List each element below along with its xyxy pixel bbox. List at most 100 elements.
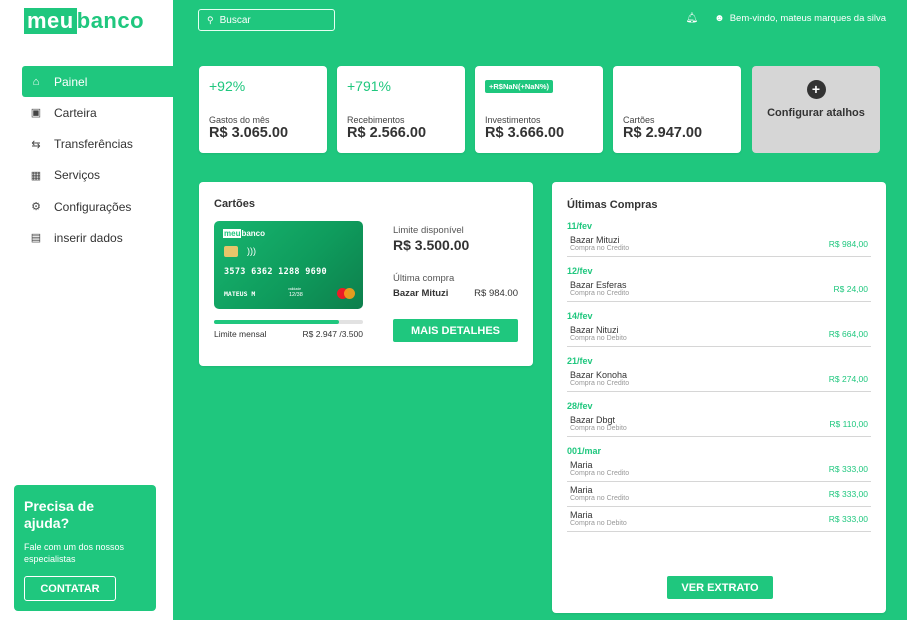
cards-panel: Cartões meubanco ))) 3573 6362 1288 9690… xyxy=(199,182,533,366)
sidebar-item-carteira[interactable]: ▣ Carteira xyxy=(0,97,173,128)
stat-card-recebimentos[interactable]: +791% Recebimentos R$ 2.566.00 xyxy=(337,66,465,153)
purchase-row[interactable]: Bazar Konoha Compra no Credito R$ 274,00 xyxy=(567,367,871,392)
stat-label: Cartões xyxy=(623,115,655,125)
card-brand-logo: meubanco xyxy=(223,229,266,238)
sidebar-item-inserir-dados[interactable]: ▤ inserir dados xyxy=(0,222,173,253)
card-valid-label: validade xyxy=(288,287,302,291)
search-input[interactable]: ⚲ Buscar xyxy=(198,9,335,31)
sidebar-item-transferencias[interactable]: ⇆ Transferências xyxy=(0,129,173,160)
purchase-amount: R$ 333,00 xyxy=(828,489,868,499)
contact-button[interactable]: CONTATAR xyxy=(24,576,116,601)
purchase-date: 12/fev xyxy=(567,266,593,276)
last-purchase-label: Última compra xyxy=(393,273,455,284)
card-holder: MATEUS M xyxy=(224,290,256,298)
stat-value: R$ 3.666.00 xyxy=(485,125,565,141)
user-area: 🔔︎ ☻ Bem-vindo, mateus marques da silva xyxy=(685,13,886,24)
purchase-type: Compra no Credito xyxy=(570,470,630,477)
more-details-button[interactable]: MAIS DETALHES xyxy=(393,319,518,342)
purchase-group: 28/fev Bazar Dbgt Compra no Debito R$ 110,0… xyxy=(567,401,871,437)
limit-progress-bar xyxy=(214,320,363,324)
purchase-row[interactable]: Maria Compra no Debito R$ 333,00 xyxy=(567,507,871,532)
sidebar-item-label: Configurações xyxy=(54,199,132,214)
brand-logo[interactable]: meu banco xyxy=(24,8,144,34)
stat-card-cartoes[interactable]: Cartões R$ 2.947.00 xyxy=(613,66,741,153)
purchase-store: Bazar Esferas xyxy=(570,280,627,290)
purchase-date: 21/fev xyxy=(567,356,593,366)
purchase-type: Compra no Credito xyxy=(570,495,630,502)
search-icon: ⚲ xyxy=(207,14,214,25)
stat-value: R$ 2.947.00 xyxy=(623,125,703,141)
sidebar-item-painel[interactable]: ⌂ Painel xyxy=(22,66,173,97)
purchase-row[interactable]: Maria Compra no Credito R$ 333,00 xyxy=(567,457,871,482)
view-statement-button[interactable]: VER EXTRATO xyxy=(667,576,773,599)
last-purchase-amount: R$ 984.00 xyxy=(474,288,518,299)
credit-card[interactable]: meubanco ))) 3573 6362 1288 9690 MATEUS … xyxy=(214,221,363,309)
configure-shortcuts-label: Configurar atalhos xyxy=(767,107,865,119)
transfer-icon: ⇆ xyxy=(31,138,41,151)
stat-badge: +R$NaN(+NaN%) xyxy=(485,80,554,93)
document-icon: ▤ xyxy=(30,232,42,245)
plus-icon: + xyxy=(806,80,826,99)
card-number: 3573 6362 1288 9690 xyxy=(224,267,327,277)
purchase-amount: R$ 984,00 xyxy=(828,239,868,249)
purchase-row[interactable]: Bazar Dbgt Compra no Debito R$ 110,00 xyxy=(567,412,871,437)
welcome-text[interactable]: Bem-vindo, mateus marques da silva xyxy=(730,13,886,24)
panel-title: Últimas Compras xyxy=(567,199,658,211)
stat-change: +791% xyxy=(347,78,391,94)
limit-label: Limite mensal xyxy=(214,329,267,339)
sidebar-item-label: Transferências xyxy=(54,137,133,152)
purchase-amount: R$ 274,00 xyxy=(828,374,868,384)
chip-icon xyxy=(224,246,238,257)
purchase-date: 001/mar xyxy=(567,446,602,456)
purchase-group: 14/fev Bazar Nituzi Compra no Debito R$ 664… xyxy=(567,311,871,347)
purchase-store: Bazar Dbgt xyxy=(570,415,616,425)
stat-label: Investimentos xyxy=(485,115,541,125)
purchase-type: Compra no Credito xyxy=(570,290,630,297)
purchase-amount: R$ 110,00 xyxy=(829,419,868,429)
sidebar: meu banco ⌂ Painel ▣ Carteira ⇆ Transferê… xyxy=(0,0,173,620)
purchase-group: 21/fev Bazar Konoha Compra no Credito R$ 27… xyxy=(567,356,871,392)
stat-card-gastos[interactable]: +92% Gastos do mês R$ 3.065.00 xyxy=(199,66,327,153)
help-title: Precisa de ajuda? xyxy=(24,498,95,531)
purchase-amount: R$ 333,00 xyxy=(828,514,868,524)
mastercard-logo xyxy=(337,288,355,299)
purchase-type: Compra no Debito xyxy=(570,335,627,342)
purchase-row[interactable]: Bazar Nituzi Compra no Debito R$ 664,00 xyxy=(567,322,871,347)
available-label: Limite disponível xyxy=(393,225,464,236)
stat-label: Recebimentos xyxy=(347,115,405,125)
purchase-store: Bazar Mituzi xyxy=(570,235,620,245)
available-value: R$ 3.500.00 xyxy=(393,237,470,253)
bell-icon[interactable]: 🔔︎ xyxy=(685,13,698,24)
purchase-row[interactable]: Maria Compra no Credito R$ 333,00 xyxy=(567,482,871,507)
purchases-panel: Últimas Compras 11/fev Bazar Mituzi Compra… xyxy=(552,182,886,613)
purchase-type: Compra no Credito xyxy=(570,380,630,387)
gear-icon: ⚙ xyxy=(31,201,41,214)
purchases-list: 11/fev Bazar Mituzi Compra no Credito R$ 98… xyxy=(567,221,871,541)
sidebar-item-label: Painel xyxy=(54,74,88,89)
sidebar-item-configuracoes[interactable]: ⚙ Configurações xyxy=(0,191,173,222)
configure-shortcuts-button[interactable]: + Configurar atalhos xyxy=(752,66,880,153)
purchase-row[interactable]: Bazar Mituzi Compra no Credito R$ 984,00 xyxy=(567,232,871,257)
help-text: Fale com um dos nossos especialistas xyxy=(24,542,125,564)
purchase-store: Maria xyxy=(570,460,593,470)
sidebar-item-label: Carteira xyxy=(54,105,97,120)
purchase-group: 11/fev Bazar Mituzi Compra no Credito R$ 98… xyxy=(567,221,871,257)
purchase-store: Bazar Konoha xyxy=(570,370,628,380)
sidebar-item-label: Serviços xyxy=(54,168,101,183)
stat-label: Gastos do mês xyxy=(209,115,270,125)
purchase-store: Maria xyxy=(570,485,593,495)
stat-change: +92% xyxy=(209,78,246,94)
sidebar-item-label: inserir dados xyxy=(54,230,123,245)
purchase-group: 12/fev Bazar Esferas Compra no Credito R$ 2… xyxy=(567,266,871,302)
stat-value: R$ 3.065.00 xyxy=(209,125,289,141)
wallet-icon: ▣ xyxy=(30,107,42,120)
limit-value: R$ 2.947 /3.500 xyxy=(302,329,364,339)
sidebar-item-servicos[interactable]: ▦ Serviços xyxy=(0,160,173,191)
stat-card-investimentos[interactable]: +R$NaN(+NaN%) Investimentos R$ 3.666.00 xyxy=(475,66,603,153)
purchase-type: Compra no Credito xyxy=(570,245,630,252)
user-icon: ☻ xyxy=(714,13,725,24)
last-purchase-store: Bazar Mituzi xyxy=(393,288,449,299)
grid-icon: ▦ xyxy=(30,169,42,182)
purchase-row[interactable]: Bazar Esferas Compra no Credito R$ 24,00 xyxy=(567,277,871,302)
card-valid-date: 12/38 xyxy=(289,292,303,298)
